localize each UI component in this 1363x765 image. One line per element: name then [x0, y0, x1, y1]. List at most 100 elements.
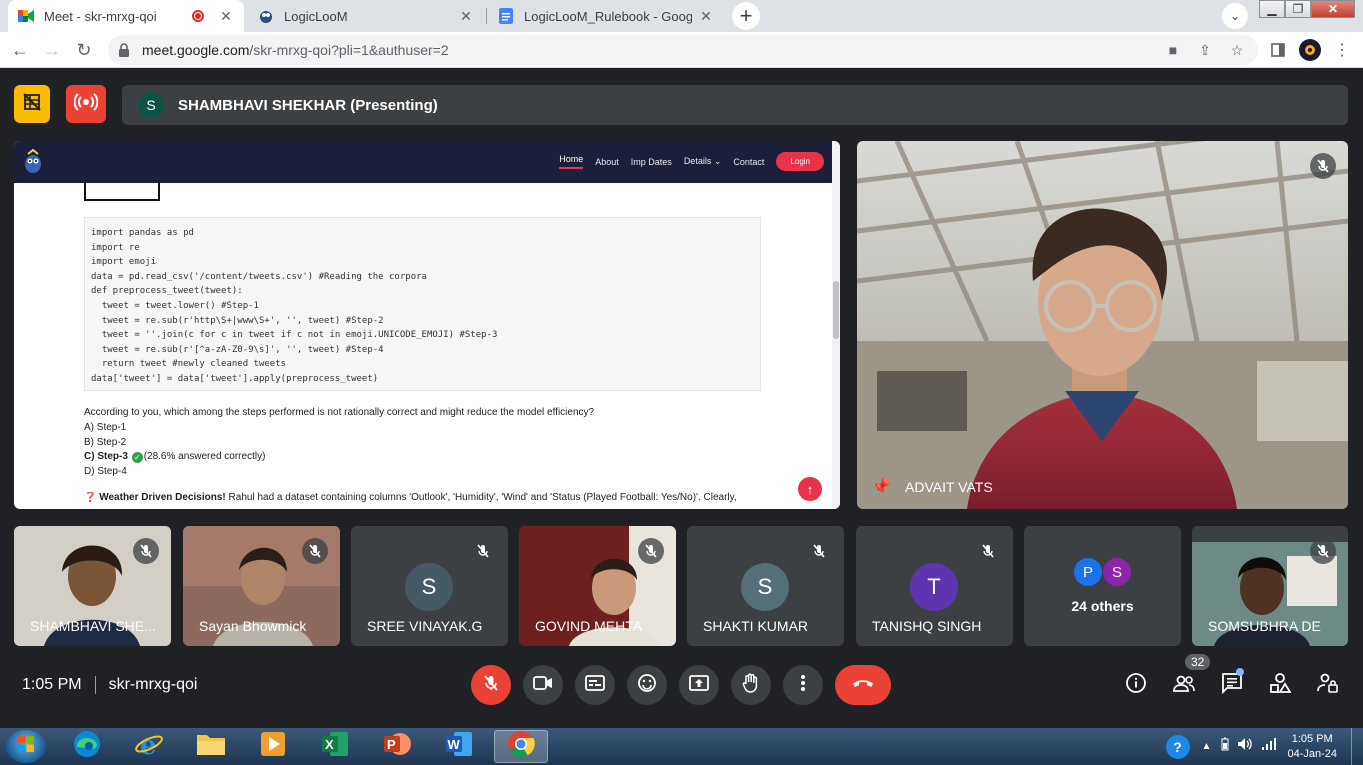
maximize-button[interactable]: ❐: [1285, 0, 1311, 18]
svg-text:e: e: [140, 731, 157, 759]
svg-text:W: W: [448, 737, 461, 752]
captions-button[interactable]: [575, 665, 615, 705]
minimize-button[interactable]: ▁: [1259, 0, 1285, 18]
people-button[interactable]: [1170, 671, 1198, 699]
tab-title: LogicLooM: [284, 8, 348, 24]
shared-screen[interactable]: Home About Imp Dates Details ⌄ Contact L…: [14, 141, 840, 509]
taskbar-powerpoint[interactable]: P: [370, 730, 424, 763]
volume-icon[interactable]: [1237, 737, 1253, 756]
emoji-icon: [637, 673, 657, 698]
present-now-button[interactable]: [679, 665, 719, 705]
share-icon[interactable]: ⇪: [1196, 41, 1214, 59]
profile-avatar[interactable]: [1298, 38, 1322, 62]
browser-tab-bar: Meet - skr-mrxg-qoi ✕ LogicLooM ✕ LogicL…: [0, 0, 1363, 32]
back-button[interactable]: ←: [8, 38, 32, 62]
option-c: C) Step-3 ✓ (28.6% answered correctly): [84, 450, 804, 465]
tray-clock[interactable]: 1:05 PM 04-Jan-24: [1287, 732, 1337, 762]
forward-button[interactable]: →: [40, 38, 64, 62]
more-options-button[interactable]: [783, 665, 823, 705]
participant-tile[interactable]: GOVIND MEHTA: [519, 526, 676, 646]
leave-call-button[interactable]: [835, 665, 891, 705]
avatar: T: [910, 563, 958, 611]
site-nav-home[interactable]: Home: [559, 154, 584, 169]
scroll-to-top-button[interactable]: ↑: [798, 477, 822, 501]
show-desktop-button[interactable]: [1351, 728, 1363, 765]
logicloom-icon: [258, 8, 274, 24]
close-icon[interactable]: ✕: [698, 8, 714, 24]
participant-tile[interactable]: SHAMBHAVI SHE...: [14, 526, 171, 646]
scrollbar[interactable]: [832, 141, 840, 509]
people-icon: [1172, 673, 1196, 698]
site-nav-contact[interactable]: Contact: [733, 157, 764, 167]
microphone-toggle-button[interactable]: [471, 665, 511, 705]
address-bar[interactable]: meet.google.com/skr-mrxg-qoi?pli=1&authu…: [108, 35, 1258, 65]
scrollbar-thumb[interactable]: [833, 281, 839, 339]
bookmark-star-icon[interactable]: ☆: [1228, 41, 1246, 59]
meeting-details-button[interactable]: [1122, 671, 1150, 699]
site-nav-imp-dates[interactable]: Imp Dates: [631, 157, 672, 167]
pin-icon[interactable]: 📌: [871, 477, 891, 497]
taskbar-edge[interactable]: [60, 730, 114, 763]
layout-button[interactable]: [14, 85, 50, 123]
powerpoint-icon: P: [382, 730, 412, 763]
recording-button[interactable]: [66, 85, 106, 123]
taskbar-excel[interactable]: X: [308, 730, 362, 763]
tray-date: 04-Jan-24: [1287, 747, 1337, 760]
tab-logicloom[interactable]: LogicLooM ✕: [248, 0, 484, 32]
excel-icon: X: [320, 730, 350, 763]
close-icon[interactable]: ✕: [218, 8, 234, 24]
taskbar-chrome[interactable]: [494, 730, 548, 763]
taskbar: e X P W ? ▲ 1:05 PM 04-Jan-24: [0, 728, 1363, 765]
participant-tile[interactable]: Sayan Bhowmick: [183, 526, 340, 646]
participant-tile[interactable]: SOMSUBHRA DE: [1192, 526, 1348, 646]
raise-hand-button[interactable]: [731, 665, 771, 705]
chevron-down-icon: ⌄: [713, 156, 722, 166]
option-a: A) Step-1: [84, 421, 127, 433]
participant-name: SHAKTI KUMAR: [703, 618, 809, 634]
camera-toggle-button[interactable]: [523, 665, 563, 705]
main-speaker-video[interactable]: 📌 ADVAIT VATS: [857, 141, 1348, 509]
site-nav-about[interactable]: About: [595, 157, 619, 167]
host-controls-button[interactable]: [1314, 671, 1342, 699]
lock-icon[interactable]: [118, 43, 132, 57]
network-signal-icon[interactable]: [1261, 737, 1277, 756]
meeting-info: 1:05 PM skr-mrxg-qoi: [22, 676, 197, 694]
show-hidden-icons-icon[interactable]: ▲: [1202, 741, 1212, 752]
reload-button[interactable]: ↻: [72, 38, 96, 62]
browser-menu-icon[interactable]: ⋮: [1332, 38, 1352, 62]
taskbar-media-player[interactable]: [246, 730, 300, 763]
code-block: import pandas as pd import re import emo…: [84, 217, 761, 391]
participant-name: SREE VINAYAK.G: [367, 618, 483, 634]
help-icon[interactable]: ?: [1165, 734, 1190, 759]
tab-rulebook[interactable]: LogicLooM_Rulebook - Google D ✕: [488, 0, 724, 32]
camera-in-use-icon[interactable]: ■: [1164, 41, 1182, 59]
question-text: According to you, which among the steps …: [84, 407, 595, 418]
participant-tile[interactable]: T TANISHQ SINGH: [856, 526, 1013, 646]
quiz-question: According to you, which among the steps …: [84, 406, 804, 480]
activities-button[interactable]: [1266, 671, 1294, 699]
tab-search-button[interactable]: ⌄: [1222, 3, 1248, 29]
tab-meet[interactable]: Meet - skr-mrxg-qoi ✕: [8, 0, 244, 32]
taskbar-file-explorer[interactable]: [184, 730, 238, 763]
participant-tile[interactable]: S SREE VINAYAK.G: [351, 526, 508, 646]
chat-notification-dot: [1236, 668, 1244, 676]
login-button[interactable]: Login: [776, 152, 824, 171]
avatar: S: [405, 563, 453, 611]
close-icon[interactable]: ✕: [458, 8, 474, 24]
battery-icon[interactable]: [1221, 737, 1229, 756]
taskbar-internet-explorer[interactable]: e: [122, 730, 176, 763]
others-tile[interactable]: P S 24 others: [1024, 526, 1181, 646]
close-window-button[interactable]: ✕: [1311, 0, 1355, 18]
site-nav-details[interactable]: Details ⌄: [684, 156, 722, 167]
new-tab-button[interactable]: +: [732, 2, 760, 30]
side-panel-icon[interactable]: [1268, 38, 1288, 62]
tray-time: 1:05 PM: [1291, 732, 1333, 745]
start-button[interactable]: [6, 730, 46, 763]
participant-tile[interactable]: S SHAKTI KUMAR: [687, 526, 844, 646]
reactions-button[interactable]: [627, 665, 667, 705]
edge-icon: [72, 729, 102, 764]
code-line: tweet = ''.join(c for c in tweet if c no…: [91, 330, 498, 341]
presenter-banner: S SHAMBHAVI SHEKHAR (Presenting): [122, 85, 1348, 125]
site-navbar: Home About Imp Dates Details ⌄ Contact L…: [14, 141, 832, 183]
taskbar-word[interactable]: W: [432, 730, 486, 763]
